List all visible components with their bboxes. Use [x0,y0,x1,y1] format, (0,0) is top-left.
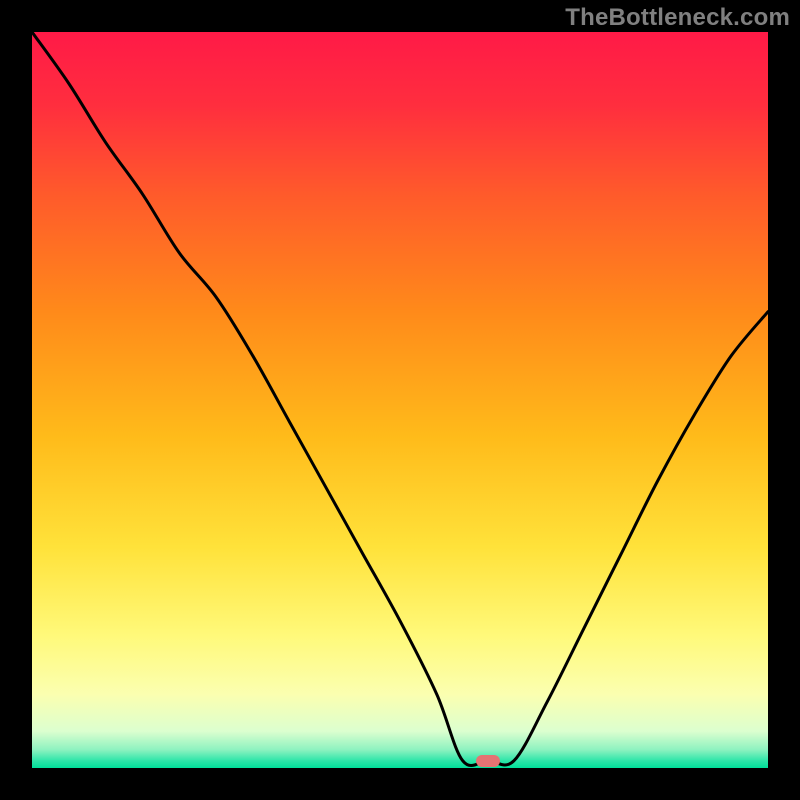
optimum-marker [476,755,500,767]
plot-area [32,32,768,768]
bottleneck-curve [32,32,768,768]
chart-frame: TheBottleneck.com [0,0,800,800]
watermark-text: TheBottleneck.com [565,4,790,32]
